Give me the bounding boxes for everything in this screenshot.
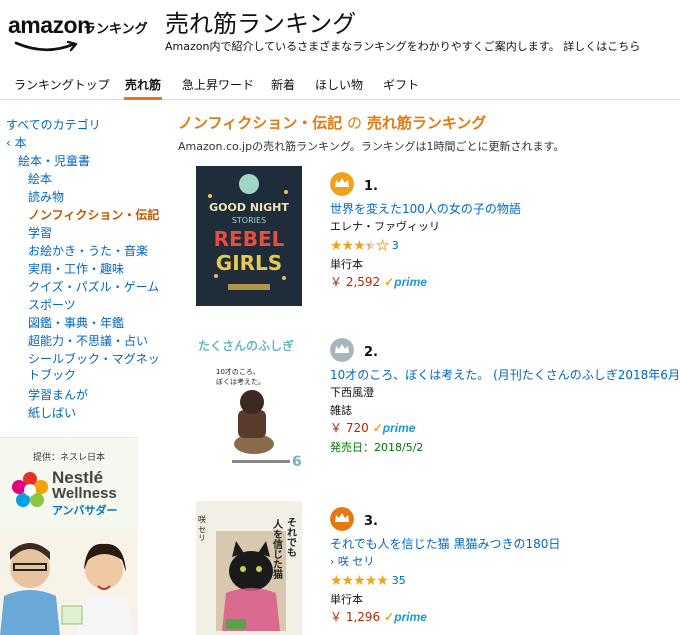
nestle-flower-logo-icon xyxy=(12,472,48,507)
heading-suffix: 売れ筋ランキング xyxy=(366,114,487,132)
tab-ranking-top[interactable]: ランキングトップ xyxy=(14,76,110,93)
item-title-3[interactable]: それでも人を信じた猫 黒猫みつきの180日 xyxy=(330,535,560,552)
review-count-1[interactable]: 3 xyxy=(392,239,399,252)
rating-1[interactable]: ★★★★★★3 xyxy=(330,235,399,254)
price-value-3: ￥ 1,296 xyxy=(330,610,381,624)
prime-icon: ✓prime xyxy=(384,610,427,624)
sidebar-item-childrens-books[interactable]: 絵本・児童書 xyxy=(18,153,90,169)
rank-badge-silver-icon xyxy=(330,338,354,362)
cover-2-line4: 6 xyxy=(292,454,302,470)
item-release-date-2: 発売日：2018/5/2 xyxy=(330,441,424,454)
ranking-item-2: たくさんのふしぎ 10才のころ、 ぼくは考えた。 6 2. 10才のころ、ぼくは… xyxy=(176,332,680,492)
nestle-ad-banner[interactable]: 提供：ネスレ日本 Nestlé Wellness アンバサダー xyxy=(0,437,138,635)
tab-bestsellers[interactable]: 売れ筋 xyxy=(125,76,161,93)
cover-1-line3: REBEL xyxy=(214,227,285,251)
item-author-2: 下西風澄 xyxy=(330,386,374,399)
rank-number-2: 2. xyxy=(364,345,378,360)
ad-brand-wellness: Wellness xyxy=(52,485,117,502)
sidebar-item-nonfiction-biography: ノンフィクション・伝記 xyxy=(28,208,160,222)
amazon-smile-icon xyxy=(14,40,78,52)
cover-3-line3: 咲 セリ xyxy=(198,514,207,542)
star-rating-icon: ★★★★★★ xyxy=(330,237,389,254)
page-title: 売れ筋ランキング xyxy=(165,10,357,38)
ranking-tabs: ランキングトップ 売れ筋 急上昇ワード 新着 ほしい物 ギフト xyxy=(0,70,680,100)
review-count-3[interactable]: 35 xyxy=(392,574,406,587)
sidebar-item-encyclopedias[interactable]: 図鑑・事典・年鑑 xyxy=(28,315,124,331)
cover-1-line4: GIRLS xyxy=(216,251,282,275)
logo-ranking-text: ランキング xyxy=(83,22,148,37)
sidebar-item-picture-books[interactable]: 絵本 xyxy=(28,171,52,187)
heading-connector: の xyxy=(342,114,367,132)
sidebar-item-practical-crafts[interactable]: 実用・工作・趣味 xyxy=(28,261,124,277)
sidebar-item-sticker-books[interactable]: シールブック・マグネットブック xyxy=(28,351,163,383)
sidebar-item-quiz-puzzle[interactable]: クイズ・パズル・ゲーム xyxy=(28,279,159,295)
item-format-1: 単行本 xyxy=(330,258,363,271)
book-cover-1[interactable]: GOOD NIGHT STORIES REBEL GIRLS xyxy=(196,166,302,306)
item-format-2: 雑誌 xyxy=(330,404,352,417)
heading-category: ノンフィクション・伝記 xyxy=(178,114,343,132)
sidebar-item-all-categories[interactable]: すべてのカテゴリ xyxy=(6,117,101,133)
price-value-1: ￥ 2,592 xyxy=(330,275,381,289)
item-title-1[interactable]: 世界を変えた100人の女の子の物語 xyxy=(330,200,521,217)
ad-provider-label: 提供：ネスレ日本 xyxy=(32,453,105,463)
ad-brand-ambassador: アンバサダー xyxy=(52,504,118,517)
item-author-3[interactable]: › 咲 セリ xyxy=(330,553,374,569)
cover-3-line1: それでも xyxy=(285,517,297,557)
tab-movers-shakers[interactable]: 急上昇ワード xyxy=(182,76,254,93)
page-header: amazon ランキング 売れ筋ランキング Amazon内で紹介しているさまざま… xyxy=(0,0,680,66)
sidebar-item-drawing-music[interactable]: お絵かき・うた・音楽 xyxy=(28,243,148,259)
ranking-item-3: それでも 人を信じた猫 咲 セリ 3. それでも人を信じた猫 黒猫みつきの180… xyxy=(176,501,676,635)
cover-art-1: GOOD NIGHT STORIES REBEL GIRLS xyxy=(196,166,302,306)
active-tab-indicator xyxy=(124,97,162,100)
ranking-item-1: GOOD NIGHT STORIES REBEL GIRLS 1. 世界を変えた… xyxy=(176,166,676,326)
tab-most-wished[interactable]: ほしい物 xyxy=(315,76,363,93)
prime-icon: ✓prime xyxy=(372,421,416,435)
cover-art-3: それでも 人を信じた猫 咲 セリ xyxy=(196,501,302,635)
book-cover-2[interactable]: たくさんのふしぎ 10才のころ、 ぼくは考えた。 6 xyxy=(196,332,302,472)
item-title-2[interactable]: 10才のころ、ぼくは考えた。 (月刊たくさんのふしぎ2018年6月号) xyxy=(330,366,680,383)
ranking-subtext: Amazon.co.jpの売れ筋ランキング。ランキングは1時間ごとに更新されます… xyxy=(178,140,565,153)
rank-number-1: 1. xyxy=(364,179,378,194)
cover-3-line2: 人を信じた猫 xyxy=(271,518,283,580)
cover-1-line2: STORIES xyxy=(232,216,266,225)
sidebar-item-study[interactable]: 学習 xyxy=(28,225,52,241)
cover-2-line2: 10才のころ、 xyxy=(216,367,260,376)
prime-icon: ✓prime xyxy=(384,275,427,289)
item-price-3: ￥ 1,296 ✓prime xyxy=(330,608,427,625)
sidebar-item-study-manga[interactable]: 学習まんが xyxy=(28,387,88,403)
item-format-3: 単行本 xyxy=(330,593,363,606)
book-cover-3[interactable]: それでも 人を信じた猫 咲 セリ xyxy=(196,501,302,635)
tab-new-releases[interactable]: 新着 xyxy=(271,76,295,93)
sidebar-item-sports[interactable]: スポーツ xyxy=(28,297,76,313)
rank-number-3: 3. xyxy=(364,514,378,529)
rank-badge-gold-icon xyxy=(330,172,354,196)
sidebar-item-books[interactable]: ‹ 本 xyxy=(6,135,27,151)
page-description[interactable]: Amazon内で紹介しているさまざまなランキングをわかりやすくご案内します。 詳… xyxy=(165,38,640,54)
cover-1-line1: GOOD NIGHT xyxy=(209,201,289,214)
item-price-1: ￥ 2,592 ✓prime xyxy=(330,273,427,290)
cover-2-line3: ぼくは考えた。 xyxy=(216,378,265,386)
cover-art-2: たくさんのふしぎ 10才のころ、 ぼくは考えた。 6 xyxy=(196,332,302,472)
cover-2-line1: たくさんのふしぎ xyxy=(198,338,294,353)
ranking-heading: ノンフィクション・伝記 の 売れ筋ランキング xyxy=(178,112,486,133)
sidebar-item-supernatural[interactable]: 超能力・不思議・占い xyxy=(28,333,148,349)
star-rating-icon: ★★★★★ xyxy=(330,572,389,589)
rank-badge-bronze-icon xyxy=(330,507,354,531)
item-price-2: ￥ 720 ✓prime xyxy=(330,419,415,436)
amazon-ranking-logo[interactable]: amazon ランキング xyxy=(8,12,158,56)
logo-amazon-text: amazon xyxy=(8,12,91,38)
sidebar-item-reading[interactable]: 読み物 xyxy=(28,189,64,205)
price-value-2: ￥ 720 xyxy=(330,421,369,435)
sidebar-item-kamishibai[interactable]: 紙しばい xyxy=(28,405,76,421)
item-author-1: エレナ・ファヴィッリ xyxy=(330,220,440,233)
rating-3[interactable]: ★★★★★ 35 xyxy=(330,570,406,589)
tab-gift[interactable]: ギフト xyxy=(383,76,419,93)
ad-people-photo xyxy=(0,530,138,635)
